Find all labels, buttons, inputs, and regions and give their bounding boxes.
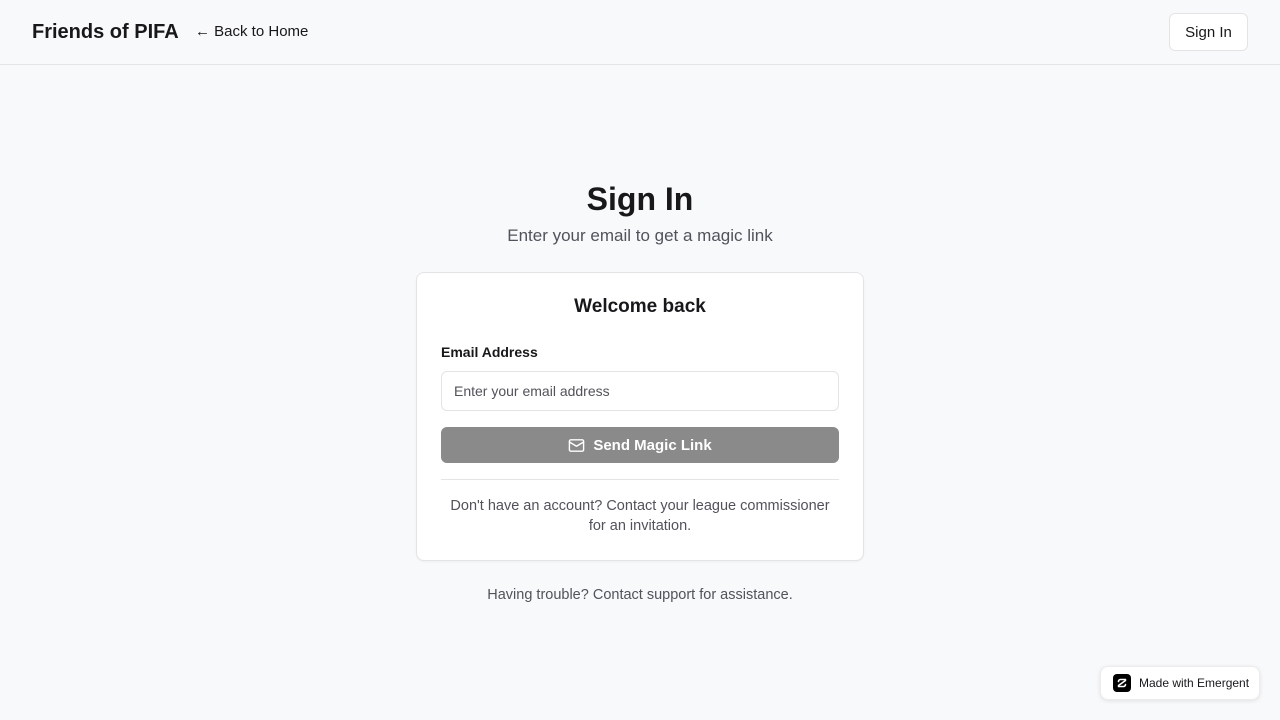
emergent-logo-icon [1113, 674, 1131, 692]
page-subtitle: Enter your email to get a magic link [507, 226, 773, 245]
card-title: Welcome back [574, 296, 706, 317]
send-magic-link-label: Send Magic Link [593, 436, 712, 454]
made-with-emergent-badge[interactable]: Made with Emergent [1100, 666, 1260, 700]
top-header: Friends of PIFA ← Back to Home Sign In [0, 0, 1280, 65]
sign-in-card: Welcome back Email Address Send Magic Li… [416, 272, 864, 561]
email-field-label: Email Address [441, 344, 538, 360]
send-magic-link-button[interactable]: Send Magic Link [441, 427, 839, 463]
mail-icon [568, 437, 585, 454]
brand-title[interactable]: Friends of PIFA [32, 19, 179, 45]
invitation-note: Don't have an account? Contact your leag… [450, 498, 830, 534]
back-to-home-link[interactable]: ← Back to Home [195, 23, 308, 41]
header-sign-in-button[interactable]: Sign In [1169, 13, 1248, 51]
card-divider [441, 479, 839, 480]
email-field[interactable] [441, 371, 839, 411]
badge-label: Made with Emergent [1139, 676, 1250, 690]
page-title: Sign In [586, 181, 694, 217]
support-help-text: Having trouble? Contact support for assi… [487, 587, 793, 603]
